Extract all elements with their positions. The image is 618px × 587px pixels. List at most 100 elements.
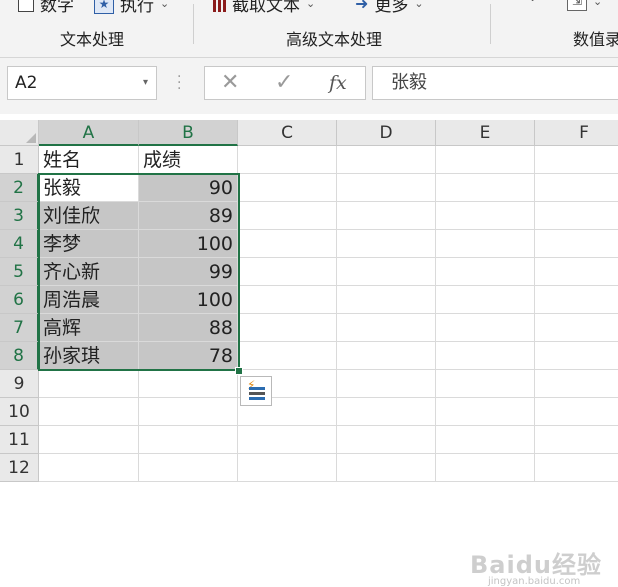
cell-name[interactable]: 高辉	[39, 314, 139, 342]
cell[interactable]	[436, 454, 535, 482]
cell[interactable]	[436, 258, 535, 286]
cell[interactable]	[337, 146, 436, 174]
ribbon-dropdown-button[interactable]: ⌄	[528, 0, 537, 4]
row-header-10[interactable]: 10	[0, 398, 39, 426]
ribbon-extract-text-button[interactable]: 截取文本 ⌄	[213, 0, 315, 16]
row-header-12[interactable]: 12	[0, 454, 39, 482]
cell-name[interactable]: 孙家琪	[39, 342, 139, 370]
insert-function-icon[interactable]: fx	[329, 72, 347, 94]
cell[interactable]	[337, 258, 436, 286]
select-all-button[interactable]	[0, 120, 39, 146]
cell[interactable]	[436, 230, 535, 258]
name-box[interactable]: A2 ▾	[7, 66, 157, 100]
cell-score[interactable]: 100	[139, 230, 238, 258]
chevron-down-icon[interactable]: ⌄	[528, 0, 537, 4]
cell[interactable]	[238, 174, 337, 202]
cell[interactable]	[337, 426, 436, 454]
cell[interactable]	[436, 174, 535, 202]
cell[interactable]	[238, 454, 337, 482]
cell[interactable]	[535, 258, 618, 286]
cell[interactable]	[139, 454, 238, 482]
cell-score[interactable]: 99	[139, 258, 238, 286]
cell[interactable]	[39, 370, 139, 398]
row-header-5[interactable]: 5	[0, 258, 39, 286]
cell[interactable]	[535, 454, 618, 482]
cell-name[interactable]: 周浩晨	[39, 286, 139, 314]
cell[interactable]	[337, 202, 436, 230]
column-header-c[interactable]: C	[238, 120, 337, 146]
cell-name[interactable]: 齐心新	[39, 258, 139, 286]
cell[interactable]	[535, 174, 618, 202]
chevron-down-icon[interactable]: ▾	[143, 67, 148, 99]
cell-a1[interactable]: 姓名	[39, 146, 139, 174]
cell[interactable]	[337, 286, 436, 314]
column-header-e[interactable]: E	[436, 120, 535, 146]
row-header-9[interactable]: 9	[0, 370, 39, 398]
cell-score[interactable]: 100	[139, 286, 238, 314]
cell-name[interactable]: 李梦	[39, 230, 139, 258]
cell[interactable]	[535, 370, 618, 398]
column-header-b[interactable]: B	[139, 120, 238, 146]
cell[interactable]	[337, 454, 436, 482]
column-header-a[interactable]: A	[39, 120, 139, 146]
quick-analysis-button[interactable]: ⚡	[240, 376, 272, 406]
cell[interactable]	[337, 230, 436, 258]
row-header-2[interactable]: 2	[0, 174, 39, 202]
cell[interactable]	[535, 426, 618, 454]
cell-score[interactable]: 78	[139, 342, 238, 370]
chevron-down-icon[interactable]: ⌄	[306, 0, 315, 10]
cell[interactable]	[436, 426, 535, 454]
ribbon-number-option[interactable]: 数字	[18, 0, 74, 16]
cell[interactable]	[436, 314, 535, 342]
enter-icon[interactable]: ✓	[275, 70, 293, 95]
chevron-down-icon[interactable]: ⌄	[414, 0, 423, 10]
ribbon-more-button[interactable]: ➜ 更多 ⌄	[355, 0, 424, 16]
cell[interactable]	[39, 426, 139, 454]
chevron-down-icon[interactable]: ⌄	[160, 0, 169, 10]
cell[interactable]	[337, 342, 436, 370]
cell[interactable]	[139, 426, 238, 454]
cell[interactable]	[337, 370, 436, 398]
cell[interactable]	[337, 314, 436, 342]
ribbon-numeric-tool[interactable]: ⇲ ⌄	[567, 0, 602, 11]
fill-handle[interactable]	[235, 367, 243, 375]
row-header-8[interactable]: 8	[0, 342, 39, 370]
chevron-down-icon[interactable]: ⌄	[593, 0, 602, 8]
cell[interactable]	[139, 398, 238, 426]
row-header-7[interactable]: 7	[0, 314, 39, 342]
cell[interactable]	[436, 370, 535, 398]
row-header-6[interactable]: 6	[0, 286, 39, 314]
checkbox-icon[interactable]	[18, 0, 34, 12]
cell-score[interactable]: 89	[139, 202, 238, 230]
cell[interactable]	[535, 342, 618, 370]
cell[interactable]	[238, 342, 337, 370]
cell[interactable]	[535, 398, 618, 426]
formula-input[interactable]: 张毅	[372, 66, 618, 100]
cell[interactable]	[436, 146, 535, 174]
cell[interactable]	[535, 286, 618, 314]
cell-b1[interactable]: 成绩	[139, 146, 238, 174]
cell-score[interactable]: 90	[139, 174, 238, 202]
column-header-f[interactable]: F	[535, 120, 618, 146]
cell[interactable]	[39, 454, 139, 482]
cell[interactable]	[238, 258, 337, 286]
row-header-1[interactable]: 1	[0, 146, 39, 174]
cell[interactable]	[337, 174, 436, 202]
cell[interactable]	[238, 314, 337, 342]
cancel-icon[interactable]: ✕	[221, 70, 239, 95]
cell[interactable]	[535, 314, 618, 342]
cell[interactable]	[139, 370, 238, 398]
cell[interactable]	[535, 146, 618, 174]
cell-name[interactable]: 刘佳欣	[39, 202, 139, 230]
cell-name[interactable]: 张毅	[39, 174, 139, 202]
drag-handle-icon[interactable]: · · ·	[177, 70, 181, 96]
cell[interactable]	[238, 286, 337, 314]
cell[interactable]	[436, 342, 535, 370]
cell-score[interactable]: 88	[139, 314, 238, 342]
cell[interactable]	[436, 286, 535, 314]
cell[interactable]	[39, 398, 139, 426]
cell[interactable]	[535, 202, 618, 230]
row-header-4[interactable]: 4	[0, 230, 39, 258]
worksheet-grid[interactable]: A B C D E F 1 2 3 4 5 6 7 8 9 10 11 12 姓…	[0, 120, 618, 587]
column-header-d[interactable]: D	[337, 120, 436, 146]
